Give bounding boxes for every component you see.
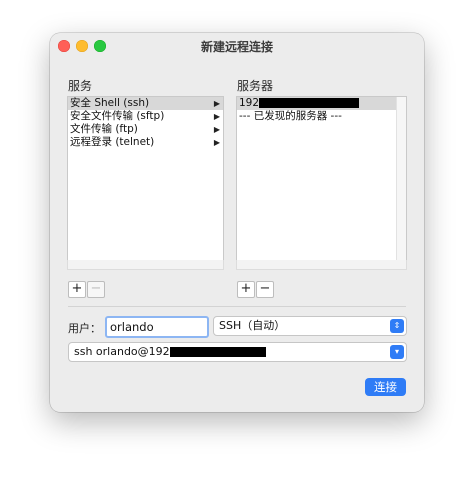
add-server-button[interactable]: +: [237, 281, 255, 298]
command-combobox[interactable]: ssh orlando@192 ▾: [68, 342, 407, 362]
protocol-selected-label: SSH（自动）: [219, 319, 286, 332]
user-input[interactable]: orlando: [105, 316, 209, 338]
servers-scrollbar[interactable]: [396, 97, 406, 261]
redacted-block: [259, 98, 360, 108]
triangle-right-icon: ▶: [213, 112, 220, 121]
command-text: ssh orlando@192: [74, 345, 170, 358]
services-label: 服务: [68, 79, 93, 93]
service-item-telnet[interactable]: 远程登录 (telnet) ▶: [68, 136, 223, 149]
servers-label: 服务器: [237, 79, 274, 93]
servers-list[interactable]: 192 --- 已发现的服务器 ---: [236, 96, 407, 262]
services-scrollbar[interactable]: [67, 260, 224, 270]
new-remote-connection-window: 新建远程连接 服务 安全 Shell (ssh) ▶ 安全文件传输 (sftp)…: [50, 33, 424, 412]
title-bar: 新建远程连接: [50, 33, 424, 59]
remove-server-button[interactable]: −: [256, 281, 274, 298]
service-item-label: 安全文件传输 (sftp): [70, 110, 165, 122]
server-item-label: --- 已发现的服务器 ---: [239, 110, 342, 122]
add-service-button[interactable]: +: [68, 281, 86, 298]
server-item-recent[interactable]: 192: [237, 97, 396, 110]
triangle-right-icon: ▶: [213, 138, 220, 147]
user-label: 用户：: [68, 322, 101, 335]
service-item-sftp[interactable]: 安全文件传输 (sftp) ▶: [68, 110, 223, 123]
service-item-label: 远程登录 (telnet): [70, 136, 155, 148]
service-item-label: 文件传输 (ftp): [70, 123, 138, 135]
service-item-label: 安全 Shell (ssh): [70, 97, 150, 109]
chevron-down-icon: ▾: [390, 345, 404, 359]
remove-service-button[interactable]: −: [87, 281, 105, 298]
protocol-select[interactable]: SSH（自动） ⇕: [213, 316, 407, 336]
services-list[interactable]: 安全 Shell (ssh) ▶ 安全文件传输 (sftp) ▶ 文件传输 (f…: [67, 96, 224, 270]
window-title: 新建远程连接: [200, 40, 273, 54]
connect-button[interactable]: 连接: [365, 378, 406, 396]
server-item-label: 192: [239, 97, 260, 109]
service-item-ftp[interactable]: 文件传输 (ftp) ▶: [68, 123, 223, 136]
up-down-chevron-icon: ⇕: [390, 319, 404, 333]
triangle-right-icon: ▶: [213, 125, 220, 134]
servers-hscrollbar[interactable]: [236, 260, 407, 270]
divider: [68, 306, 406, 307]
redacted-block: [169, 347, 266, 357]
triangle-right-icon: ▶: [213, 99, 220, 108]
server-item-discovered-header: --- 已发现的服务器 ---: [237, 110, 406, 123]
service-item-ssh[interactable]: 安全 Shell (ssh) ▶: [68, 97, 223, 110]
